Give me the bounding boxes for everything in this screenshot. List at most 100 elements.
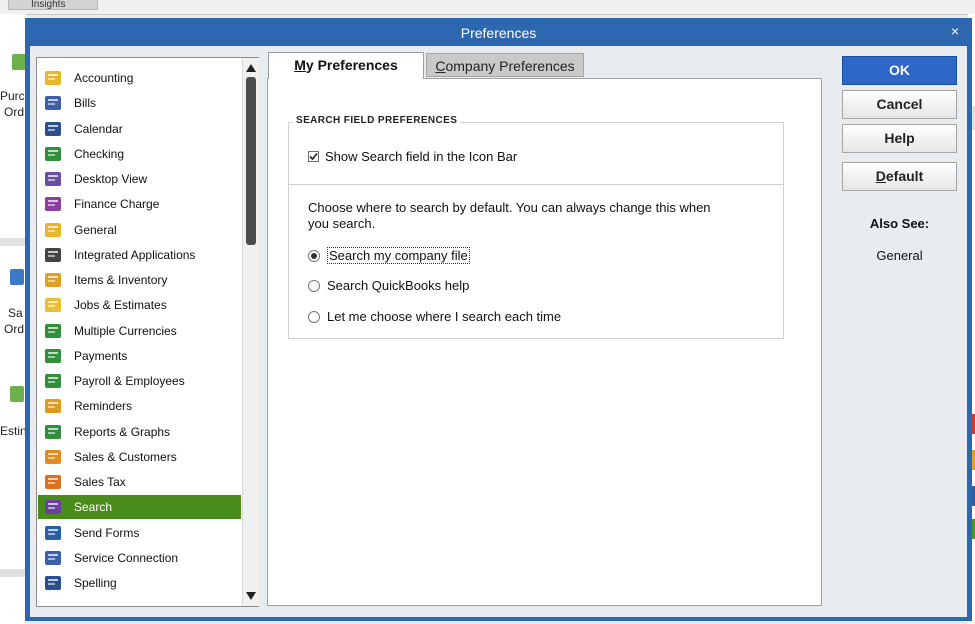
category-label: Checking <box>74 146 125 161</box>
sales-customers-icon <box>43 448 63 466</box>
show-search-field-checkbox[interactable]: Show Search field in the Icon Bar <box>308 149 517 164</box>
category-item-bills[interactable]: Bills <box>38 91 241 115</box>
purchase-order-icon[interactable] <box>12 54 26 70</box>
category-item-spelling[interactable]: Spelling <box>38 571 241 595</box>
send-forms-icon <box>43 524 63 542</box>
group-divider <box>289 184 783 185</box>
close-icon[interactable]: × <box>946 20 964 42</box>
category-item-integrated-applications[interactable]: Integrated Applications <box>38 243 241 267</box>
category-label: Sales Tax <box>74 475 126 489</box>
category-item-jobs-estimates[interactable]: Jobs & Estimates <box>38 293 241 317</box>
bills-icon <box>43 94 63 112</box>
category-item-multiple-currencies[interactable]: Multiple Currencies <box>38 319 241 343</box>
category-label: Bills <box>74 96 97 111</box>
reminders-icon <box>43 397 63 415</box>
category-list[interactable]: Accounting Bills Calendar Checking Desktop V… <box>36 57 259 607</box>
background-divider <box>0 569 26 577</box>
tab-my-preferences-label: y Preferences <box>305 57 398 73</box>
radio-button[interactable] <box>308 310 320 323</box>
tab-company-preferences[interactable]: Company Preferences <box>426 53 584 77</box>
category-label: Integrated Applications <box>74 247 196 262</box>
category-label: Send Forms <box>74 525 140 540</box>
sales-order-icon[interactable] <box>10 269 24 285</box>
show-search-field-label: Show Search field in the Icon Bar <box>325 149 518 164</box>
help-button[interactable]: Help <box>842 124 957 153</box>
category-label: Desktop View <box>74 172 148 186</box>
category-label: Accounting <box>74 71 134 85</box>
radio-button[interactable] <box>308 279 320 292</box>
tab-my-preferences[interactable]: My Preferences <box>268 52 424 79</box>
sales-tax-icon <box>43 473 63 491</box>
reports-graphs-icon <box>43 423 63 441</box>
radio-label: Search my company file <box>327 247 470 264</box>
category-label: Reminders <box>74 399 133 414</box>
category-item-sales-tax[interactable]: Sales Tax <box>38 470 241 494</box>
tab-company-preferences-mnemonic: C <box>435 58 446 74</box>
accounting-icon <box>43 69 63 87</box>
radio-choose-each-time[interactable]: Let me choose where I search each time <box>308 309 561 324</box>
tab-my-preferences-mnemonic: M <box>294 57 306 73</box>
category-label: Reports & Graphs <box>74 424 171 439</box>
category-label: Spelling <box>74 576 117 590</box>
estimate-icon[interactable] <box>10 386 24 402</box>
category-label: Sales & Customers <box>74 449 177 464</box>
checkmark-icon <box>309 152 318 161</box>
payments-icon <box>43 347 63 365</box>
category-item-calendar[interactable]: Calendar <box>38 117 241 141</box>
service-connection-icon <box>43 549 63 567</box>
integrated-applications-icon <box>43 246 63 264</box>
radio-label: Let me choose where I search each time <box>327 309 562 324</box>
category-item-payments[interactable]: Payments <box>38 344 241 368</box>
also-see-general-link[interactable]: General <box>842 248 957 263</box>
category-label: Search <box>74 500 113 515</box>
finance-charge-icon <box>43 195 63 213</box>
spelling-icon <box>43 574 63 592</box>
background-divider <box>0 238 26 246</box>
category-item-reminders[interactable]: Reminders <box>38 394 241 418</box>
category-item-finance-charge[interactable]: Finance Charge <box>38 192 241 216</box>
radio-selected-dot <box>311 252 317 259</box>
group-title: SEARCH FIELD PREFERENCES <box>293 115 461 126</box>
category-items: Accounting Bills Calendar Checking Desktop V… <box>37 58 242 606</box>
category-item-accounting[interactable]: Accounting <box>38 66 241 90</box>
category-item-reports-graphs[interactable]: Reports & Graphs <box>38 420 241 444</box>
radio-search-quickbooks-help[interactable]: Search QuickBooks help <box>308 278 469 293</box>
search-field-preferences-group: SEARCH FIELD PREFERENCES Show Search fie… <box>288 115 784 339</box>
category-item-search[interactable]: Search <box>38 495 241 520</box>
category-item-sales-customers[interactable]: Sales & Customers <box>38 445 241 469</box>
scroll-down-icon[interactable] <box>243 588 259 604</box>
preferences-dialog: Preferences × Accounting Bills Calendar Che… <box>25 18 972 621</box>
default-button[interactable]: Default <box>842 162 957 191</box>
dialog-body: Accounting Bills Calendar Checking Desktop V… <box>30 46 967 617</box>
category-item-items-inventory[interactable]: Items & Inventory <box>38 268 241 292</box>
category-scrollbar[interactable] <box>242 58 259 606</box>
category-label: Payments <box>74 348 128 363</box>
scroll-up-icon[interactable] <box>243 60 259 76</box>
checking-icon <box>43 145 63 163</box>
category-item-general[interactable]: General <box>38 218 241 242</box>
radio-button[interactable] <box>308 249 320 262</box>
tab-company-preferences-label: ompany Preferences <box>445 58 575 74</box>
desktop-view-icon <box>43 170 63 188</box>
ok-button[interactable]: OK <box>842 56 957 85</box>
background-label: Purcl <box>0 89 28 103</box>
category-item-desktop-view[interactable]: Desktop View <box>38 167 241 191</box>
cancel-button[interactable]: Cancel <box>842 90 957 119</box>
scrollbar-thumb[interactable] <box>246 77 256 245</box>
category-item-service-connection[interactable]: Service Connection <box>38 546 241 570</box>
preferences-panel: SEARCH FIELD PREFERENCES Show Search fie… <box>267 78 822 606</box>
category-label: Finance Charge <box>74 197 160 212</box>
default-button-mnemonic: D <box>875 168 886 184</box>
category-label: Jobs & Estimates <box>74 298 167 313</box>
category-item-payroll-employees[interactable]: Payroll & Employees <box>38 369 241 393</box>
checkbox-box[interactable] <box>308 151 319 162</box>
category-item-send-forms[interactable]: Send Forms <box>38 521 241 545</box>
background-label: Estin <box>0 424 27 438</box>
dialog-title: Preferences <box>460 25 537 41</box>
radio-search-company-file[interactable]: Search my company file <box>308 247 470 264</box>
category-item-checking[interactable]: Checking <box>38 142 241 166</box>
default-button-label: efault <box>885 168 924 184</box>
radio-label: Search QuickBooks help <box>327 278 470 293</box>
background-tab-insights[interactable]: Insights <box>8 0 98 10</box>
background-label: Ord <box>4 322 25 336</box>
